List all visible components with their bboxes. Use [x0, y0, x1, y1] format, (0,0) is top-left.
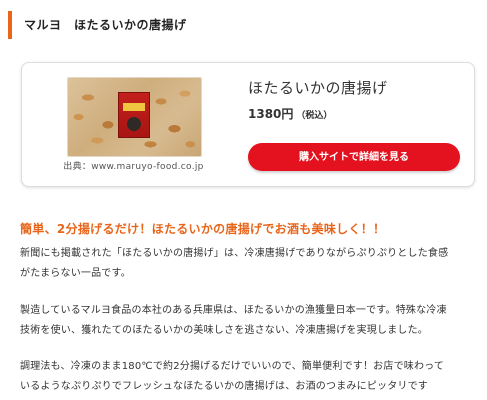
product-image[interactable] [67, 77, 202, 157]
paragraph-line: 調理法も、冷凍のまま180℃で約2分揚げるだけでいいので、簡単便利です！お店で味… [20, 361, 445, 372]
paragraph-line: がたまらない一品です。 [20, 268, 131, 279]
paragraph-line: いるようなぷりぷりでフレッシュなほたるいかの唐揚げは、お酒のつまみにピッタリです [20, 381, 428, 392]
paragraph-line: 新聞にも掲載された「ほたるいかの唐揚げ」は、冷凍唐揚げでありながらぷりぷりとした… [20, 248, 449, 259]
article-paragraph-1: 新聞にも掲載された「ほたるいかの唐揚げ」は、冷凍唐揚げでありながらぷりぷりとした… [20, 244, 471, 284]
product-card: 出典：www.maruyo-food.co.jp ほたるいかの唐揚げ 1380円… [21, 62, 475, 187]
paragraph-line: 製造しているマルヨ食品の本社のある兵庫県は、ほたるいかの漁獲量日本一です。特殊な… [20, 305, 447, 316]
image-source-credit: 出典：www.maruyo-food.co.jp [63, 162, 204, 172]
tax-note: （税込） [296, 111, 333, 121]
product-title: ほたるいかの唐揚げ [248, 79, 388, 97]
package-label-emblem [127, 117, 141, 131]
article-paragraph-3: 調理法も、冷凍のまま180℃で約2分揚げるだけでいいので、簡単便利です！お店で味… [20, 357, 471, 397]
article-catchphrase: 簡単、2分揚げるだけ！ほたるいかの唐揚げでお酒も美味しく！！ [20, 222, 386, 236]
price-value: 1380円 [248, 107, 294, 121]
page: マルヨ ほたるいかの唐揚げ 出典：www.maruyo-food.co.jp ほ… [0, 0, 487, 400]
paragraph-line: 技術を使い、獲れたてのほたるいかの美味しさを逃さない、冷凍唐揚げを実現しました。 [20, 325, 428, 336]
section-heading: マルヨ ほたるいかの唐揚げ [8, 11, 187, 39]
package-label-band [123, 103, 145, 111]
article-paragraph-2: 製造しているマルヨ食品の本社のある兵庫県は、ほたるいかの漁獲量日本一です。特殊な… [20, 301, 471, 341]
product-price: 1380円 （税込） [248, 105, 332, 122]
package-label [118, 92, 150, 138]
buy-site-button[interactable]: 購入サイトで詳細を見る [248, 143, 460, 171]
